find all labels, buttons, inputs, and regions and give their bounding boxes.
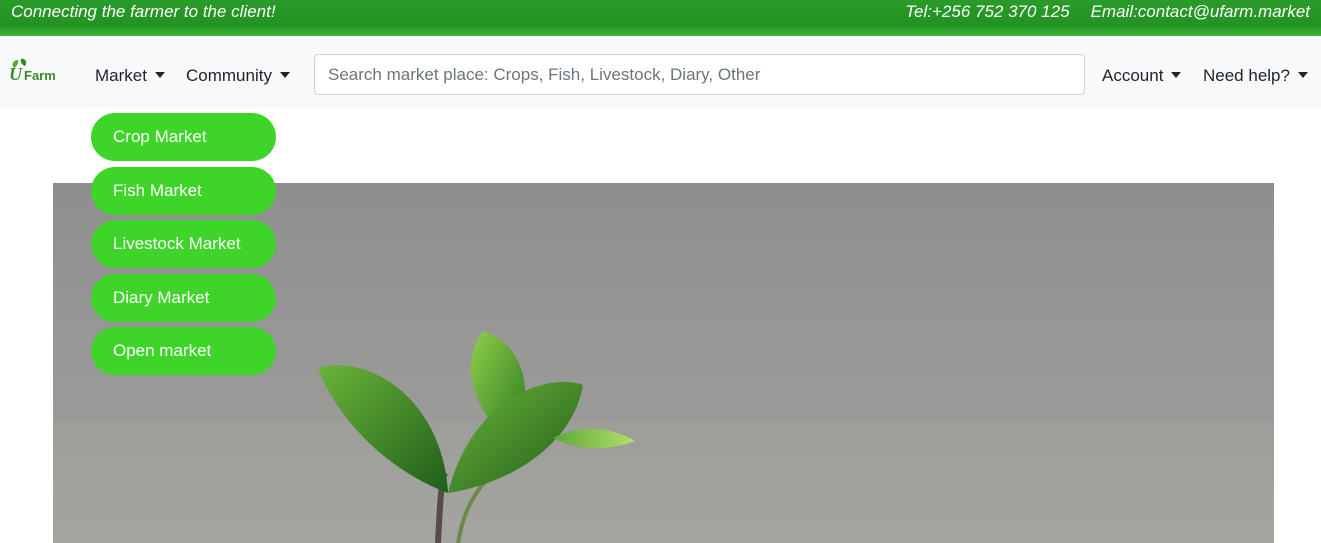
nav-account-dropdown[interactable]: Account — [1102, 64, 1182, 88]
tagline: Connecting the farmer to the client! — [11, 2, 276, 21]
dropdown-item-livestock-market[interactable]: Livestock Market — [91, 220, 276, 268]
caret-down-icon — [1171, 72, 1182, 78]
caret-down-icon — [154, 72, 165, 78]
dropdown-item-diary-market[interactable]: Diary Market — [91, 273, 276, 322]
caret-down-icon — [1297, 72, 1308, 78]
dropdown-item-fish-market[interactable]: Fish Market — [91, 166, 276, 215]
phone-number: Tel:+256 752 370 125 — [905, 2, 1070, 21]
navbar: U Farm Market Community Account Need hel… — [0, 36, 1321, 108]
search-input[interactable] — [314, 54, 1085, 95]
nav-account-label: Account — [1102, 66, 1164, 85]
ufarm-logo[interactable]: U Farm — [8, 56, 70, 86]
top-bar: Connecting the farmer to the client! Tel… — [0, 0, 1321, 36]
dropdown-item-open-market[interactable]: Open market — [91, 327, 276, 375]
nav-help-dropdown[interactable]: Need help? — [1203, 64, 1308, 88]
nav-market-label: Market — [95, 66, 147, 85]
market-dropdown-menu: Crop Market Fish Market Livestock Market… — [91, 113, 276, 381]
contact-info: Tel:+256 752 370 125 Email:contact@ufarm.… — [905, 1, 1310, 23]
dropdown-item-crop-market[interactable]: Crop Market — [91, 113, 276, 161]
nav-community-label: Community — [186, 66, 272, 85]
svg-text:U: U — [9, 64, 23, 84]
email-address: Email:contact@ufarm.market — [1090, 2, 1310, 21]
nav-market-dropdown[interactable]: Market — [95, 64, 165, 88]
caret-down-icon — [279, 72, 290, 78]
nav-community-dropdown[interactable]: Community — [186, 64, 290, 88]
nav-help-label: Need help? — [1203, 66, 1290, 85]
svg-text:Farm: Farm — [24, 68, 56, 83]
